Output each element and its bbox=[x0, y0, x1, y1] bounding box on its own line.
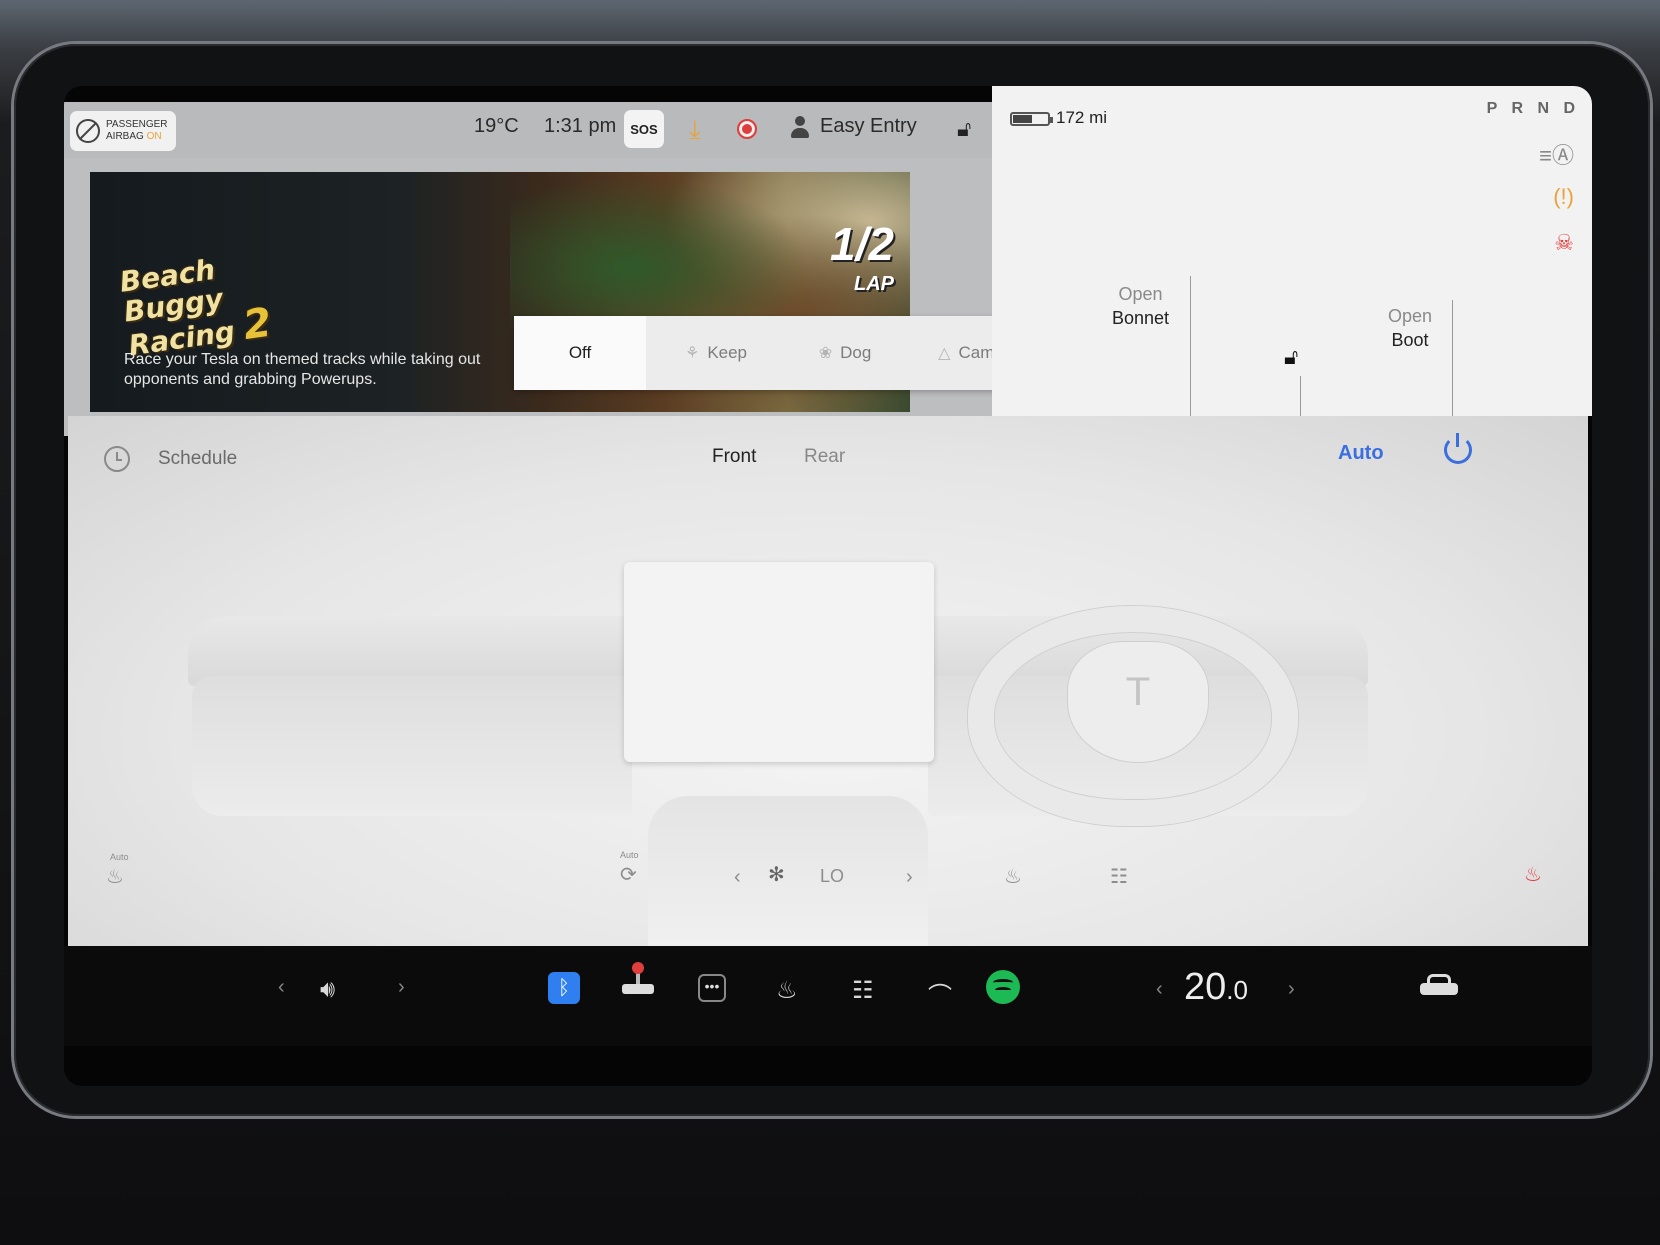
sos-label: SOS bbox=[630, 122, 658, 137]
open-bonnet-line1: Open bbox=[1118, 284, 1163, 304]
tyre-pressure-warning-icon: (!) bbox=[1553, 184, 1574, 209]
temp-up-chevron-icon[interactable]: › bbox=[1288, 978, 1295, 1001]
schedule-button[interactable]: Schedule bbox=[158, 448, 237, 470]
fan-icon: ⚘ bbox=[684, 345, 700, 362]
cabin-temperature-decimal: .0 bbox=[1226, 975, 1248, 1005]
paw-icon: ❀ bbox=[818, 345, 833, 362]
battery-icon bbox=[1010, 112, 1053, 126]
volume-down-chevron-icon[interactable]: ‹ bbox=[278, 976, 285, 999]
rear-defrost-icon[interactable]: ☷ bbox=[1110, 864, 1128, 889]
fan-increase-chevron-icon[interactable]: › bbox=[906, 866, 913, 889]
joystick-base bbox=[622, 984, 654, 994]
car-status-panel: 172 mi P R N D ≡Ⓐ (!) ☠︎ Open Bonnet 🔓︎ … bbox=[992, 86, 1592, 416]
range-readout: 172 mi bbox=[1056, 108, 1108, 127]
battery-fill bbox=[1013, 115, 1032, 123]
climate-auto-button[interactable]: Auto bbox=[1338, 442, 1384, 465]
status-bar: PASSENGER AIRBAG ON 19°C 1:31 pm SOS ⤓ E… bbox=[64, 102, 992, 158]
outside-temperature: 19°C bbox=[474, 115, 519, 137]
open-bonnet-button[interactable]: Open Bonnet bbox=[1112, 282, 1169, 330]
rear-defrost-dock-icon[interactable]: ☷ bbox=[852, 976, 874, 1005]
arcade-joystick-icon[interactable] bbox=[622, 962, 654, 998]
seatbelt-warning-icon: ☠︎ bbox=[1554, 230, 1574, 255]
fan-decrease-chevron-icon[interactable]: ‹ bbox=[734, 866, 741, 889]
airbag-state: ON bbox=[146, 131, 162, 142]
car-icon-body bbox=[1420, 983, 1458, 995]
game-description: Race your Tesla on themed tracks while t… bbox=[124, 351, 481, 388]
seat-heater-left-icon[interactable]: ♨︎ bbox=[106, 864, 124, 889]
spotify-icon[interactable] bbox=[986, 970, 1020, 1004]
driver-profile-name[interactable]: Easy Entry bbox=[820, 115, 917, 138]
car-unlock-icon[interactable]: 🔓︎ bbox=[1284, 344, 1298, 370]
lap-counter: 1/2 LAP bbox=[830, 221, 894, 304]
open-bonnet-line2: Bonnet bbox=[1112, 308, 1170, 328]
tab-front[interactable]: Front bbox=[712, 446, 756, 468]
dashcam-record-icon[interactable] bbox=[737, 119, 757, 139]
recirculate-icon[interactable]: ⟳ bbox=[620, 862, 637, 887]
clock-icon[interactable] bbox=[104, 446, 130, 472]
cabin-temperature: 20.0 bbox=[1184, 966, 1248, 1009]
open-boot-line1: Open bbox=[1388, 306, 1433, 326]
glovebox-render bbox=[192, 676, 632, 816]
tab-rear[interactable]: Rear bbox=[804, 446, 845, 468]
game-logo-number: 2 bbox=[240, 299, 275, 350]
more-apps-icon[interactable]: ••• bbox=[698, 974, 726, 1002]
front-defrost-dock-icon[interactable]: ♨︎ bbox=[776, 976, 798, 1005]
clock: 1:31 pm bbox=[544, 115, 617, 137]
passenger-airbag-indicator: PASSENGER AIRBAG ON bbox=[70, 111, 176, 151]
climate-power-icon[interactable] bbox=[1444, 433, 1472, 464]
auto-headlights-icon: ≡Ⓐ bbox=[1539, 143, 1574, 168]
center-screen-render bbox=[624, 562, 934, 762]
temp-down-chevron-icon[interactable]: ‹ bbox=[1156, 978, 1163, 1001]
fan-icon: ✻ bbox=[768, 864, 785, 886]
boot-pointer-line bbox=[1452, 300, 1453, 416]
bonnet-pointer-line bbox=[1190, 276, 1191, 416]
open-boot-button[interactable]: Open Boot bbox=[1388, 304, 1432, 352]
mode-keep-label: Keep bbox=[707, 343, 748, 362]
seat-heat-left-auto-label: Auto bbox=[110, 852, 129, 862]
mode-off-label: Off bbox=[568, 343, 592, 362]
windscreen-wiper-icon[interactable]: ⌒ bbox=[928, 976, 952, 1011]
mode-dog-button[interactable]: ❀ Dog bbox=[786, 316, 904, 390]
bluetooth-icon[interactable]: ᛒ bbox=[548, 972, 580, 1004]
airbag-label-line1: PASSENGER bbox=[106, 119, 168, 130]
climate-keep-modes: Off ⚘ Keep ❀ Dog △ Camp bbox=[514, 316, 1038, 390]
lap-label: LAP bbox=[854, 273, 894, 295]
front-defrost-icon[interactable]: ♨︎ bbox=[1004, 864, 1022, 889]
lap-value: 1/2 bbox=[830, 218, 894, 270]
recirculate-auto-label: Auto bbox=[620, 850, 639, 860]
profile-icon[interactable] bbox=[791, 116, 809, 140]
touchscreen: PASSENGER AIRBAG ON 19°C 1:31 pm SOS ⤓ E… bbox=[64, 86, 1592, 1086]
joystick-ball bbox=[632, 962, 644, 974]
game-logo: Beach Buggy Racing 2 bbox=[118, 245, 296, 362]
tent-icon: △ bbox=[938, 345, 951, 362]
airbag-label-line2: AIRBAG bbox=[106, 131, 144, 142]
gear-indicator: P R N D bbox=[1486, 100, 1580, 117]
climate-panel: T Schedule Front Rear Auto Auto ♨︎ Auto … bbox=[68, 416, 1588, 946]
bottom-dock: ‹ 🔊︎ › ᛒ ••• ♨︎ ☷ ⌒ ‹ 20.0 › bbox=[64, 946, 1592, 1046]
mode-off-button[interactable]: Off bbox=[514, 316, 646, 390]
center-console-render bbox=[648, 796, 928, 946]
mode-dog-label: Dog bbox=[840, 343, 872, 362]
airbag-off-icon bbox=[76, 119, 100, 143]
tesla-logo-icon: T bbox=[1068, 642, 1208, 762]
sos-button[interactable]: SOS bbox=[624, 110, 664, 148]
volume-icon[interactable]: 🔊︎ bbox=[320, 976, 335, 1004]
car-controls-icon[interactable] bbox=[1420, 974, 1458, 998]
volume-up-chevron-icon[interactable]: › bbox=[398, 976, 405, 999]
mode-keep-button[interactable]: ⚘ Keep bbox=[646, 316, 786, 390]
lock-pointer-line bbox=[1300, 376, 1301, 416]
open-boot-line2: Boot bbox=[1391, 330, 1429, 350]
cabin-temperature-whole: 20 bbox=[1184, 966, 1227, 1008]
seat-heater-right-icon[interactable]: ♨︎ bbox=[1524, 862, 1542, 887]
download-icon[interactable]: ⤓ bbox=[689, 114, 701, 146]
fan-speed-value: LO bbox=[820, 866, 845, 886]
unlock-icon[interactable]: 🔓︎ bbox=[957, 116, 971, 142]
